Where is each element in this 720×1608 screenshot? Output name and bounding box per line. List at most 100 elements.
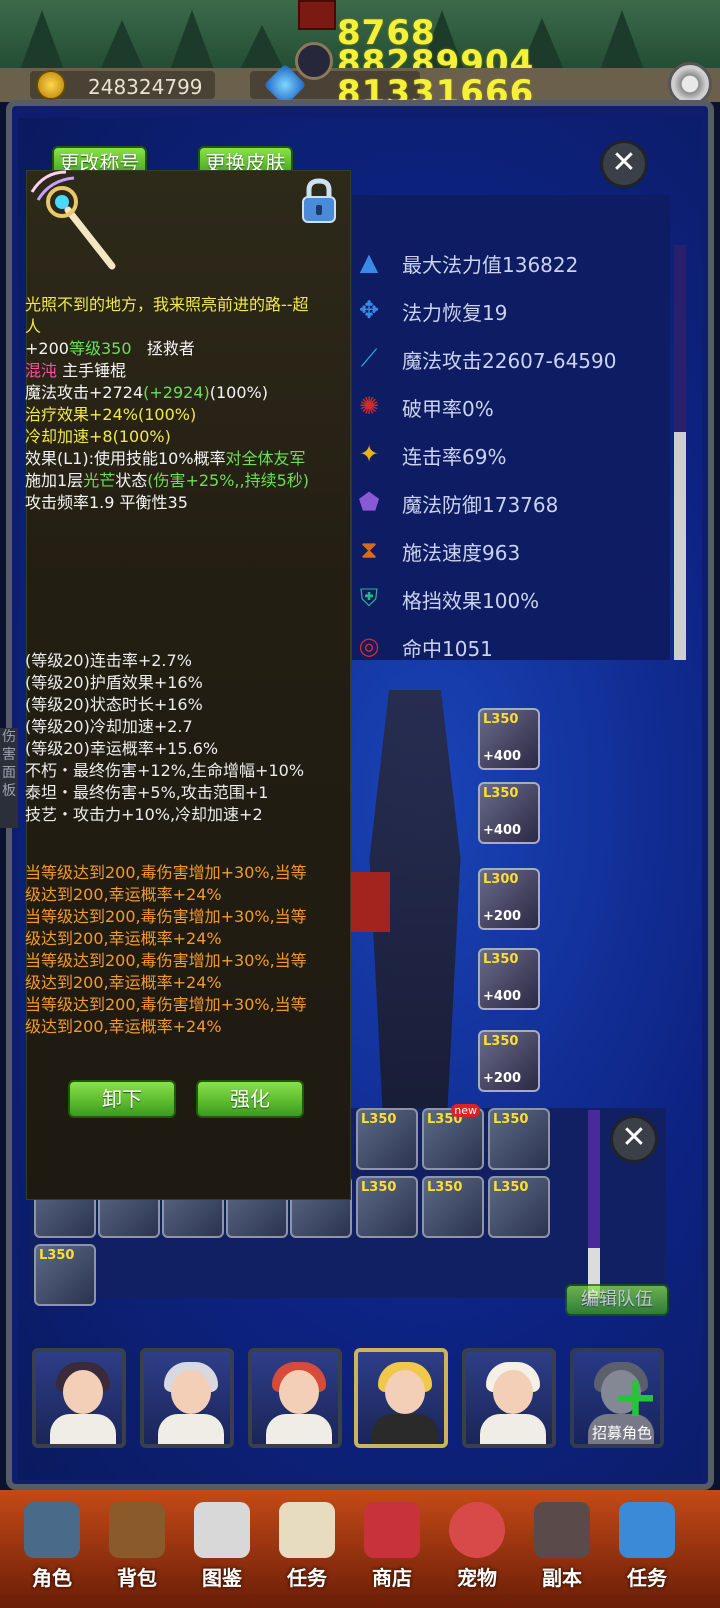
item-rarity: 混沌 xyxy=(25,361,58,380)
scroll-icon xyxy=(279,1502,335,1558)
set-bonus-line: 当等级达到200,毒伤害增加+30%,当等 xyxy=(25,863,307,882)
attack-frequency-line: 攻击频率1.9 平衡性35 xyxy=(25,493,188,512)
effect-text: 状态 xyxy=(115,471,148,490)
item-level-line: +200等级350 拯救者 xyxy=(25,338,195,360)
effect-status: 光芒 xyxy=(83,471,116,490)
item-type: 主手锤棍 xyxy=(62,361,127,380)
item-level: L350 xyxy=(361,1180,397,1195)
damage-panel-tab[interactable]: 伤害面板 xyxy=(0,728,18,828)
item-level: L350 xyxy=(39,1248,75,1263)
nav-character[interactable]: 角色 xyxy=(12,1500,92,1600)
slot-enhance: +200 xyxy=(483,1071,522,1086)
stats-scrollbar-thumb[interactable] xyxy=(674,432,686,660)
stat-max-mana: 最大法力值136822 xyxy=(402,253,579,277)
inventory-item[interactable]: L350 xyxy=(488,1176,550,1238)
affix-line: (等级20)连击率+2.7% xyxy=(25,651,192,670)
close-icon[interactable]: ✕ xyxy=(600,140,648,188)
unequip-button[interactable]: 卸下 xyxy=(68,1080,176,1118)
nav-dungeon[interactable]: 副本 xyxy=(522,1500,602,1600)
nav-backpack[interactable]: 背包 xyxy=(97,1500,177,1600)
hero-portrait[interactable] xyxy=(32,1348,126,1448)
nav-quests[interactable]: 任务 xyxy=(267,1500,347,1600)
affix-line: 不朽・最终伤害+12%,生命增幅+10% xyxy=(25,761,305,780)
equipment-slot[interactable]: L350 +200 xyxy=(478,1030,540,1092)
gold-coin-icon xyxy=(36,70,66,100)
item-level: L350 xyxy=(427,1180,463,1195)
equipment-slot[interactable]: L350 +400 xyxy=(478,948,540,1010)
item-level: L350 xyxy=(493,1180,529,1195)
effect-line: 效果(L1):使用技能10%概率对全体友军 xyxy=(25,448,306,470)
item-name-continued: 人 xyxy=(25,317,42,336)
effect-target: 对全体友军 xyxy=(225,449,306,468)
equipment-slot[interactable]: L350 +400 xyxy=(478,708,540,770)
item-owner: 拯救者 xyxy=(146,339,195,358)
gem-amount: 81331666 xyxy=(337,76,535,102)
affix-line: 技艺・攻击力+10%,冷却加速+2 xyxy=(25,805,263,824)
stat-block: 格挡效果100% xyxy=(402,589,540,613)
slot-level: L350 xyxy=(483,712,519,727)
slot-level: L300 xyxy=(483,872,519,887)
nav-codex[interactable]: 图鉴 xyxy=(182,1500,262,1600)
nav-pets[interactable]: 宠物 xyxy=(437,1500,517,1600)
set-bonus-line: 级达到200,幸运概率+24% xyxy=(25,973,222,992)
slot-level: L350 xyxy=(483,952,519,967)
slot-enhance: +200 xyxy=(483,909,522,924)
event-badge[interactable] xyxy=(298,0,336,30)
inventory-item[interactable]: L350 new xyxy=(422,1104,484,1170)
nav-label: 任务 xyxy=(287,1566,327,1590)
helmet-icon xyxy=(24,1502,80,1558)
inventory-item[interactable]: L350 xyxy=(488,1108,550,1170)
combo-star-icon: ✦ xyxy=(358,440,380,468)
inventory-item[interactable]: L350 xyxy=(356,1176,418,1238)
slot-enhance: +400 xyxy=(483,823,522,838)
nav-daily[interactable]: 任务 xyxy=(607,1500,687,1600)
nav-label: 宠物 xyxy=(457,1566,497,1590)
character-skirt xyxy=(350,872,390,932)
enhance-button[interactable]: 强化 xyxy=(196,1080,304,1118)
magic-attack-bonus: (+2924) xyxy=(143,383,210,402)
stat-cast-speed: 施法速度963 xyxy=(402,541,521,565)
stat-row: ⟋ 魔法攻击22607-64590 xyxy=(352,339,652,379)
effect-text: 效果(L1):使用技能10%概率 xyxy=(25,449,226,468)
hero-portrait[interactable] xyxy=(140,1348,234,1448)
book-icon xyxy=(194,1502,250,1558)
effect-detail: (伤害+25%,,持续5秒) xyxy=(147,471,310,490)
equipment-slot[interactable]: L350 +400 xyxy=(478,782,540,844)
nav-label: 任务 xyxy=(627,1566,667,1590)
item-level: L350 xyxy=(361,1112,397,1127)
mana-regen-icon: ✥ xyxy=(358,296,380,324)
hourglass-icon: ⧗ xyxy=(360,536,378,564)
affix-line: (等级20)幸运概率+15.6% xyxy=(25,739,219,758)
skull-gate-icon xyxy=(534,1502,590,1558)
stat-row: ▲ 最大法力值136822 xyxy=(352,243,652,283)
set-bonus-line: 当等级达到200,毒伤害增加+30%,当等 xyxy=(25,995,307,1014)
target-icon: ◎ xyxy=(358,632,380,660)
hero-portrait[interactable] xyxy=(248,1348,342,1448)
stat-combo-rate: 连击率69% xyxy=(402,445,507,469)
equipment-slot[interactable]: L300 +200 xyxy=(478,868,540,930)
inventory-item[interactable]: L350 xyxy=(422,1176,484,1238)
hero-portrait-selected[interactable] xyxy=(354,1348,448,1448)
inventory-item[interactable]: L350 xyxy=(34,1244,96,1306)
nav-label: 商店 xyxy=(372,1566,412,1590)
inventory-item[interactable]: L350 xyxy=(356,1108,418,1170)
slot-enhance: +400 xyxy=(483,989,522,1004)
backpack-icon xyxy=(109,1502,165,1558)
stat-row: ⬟ 魔法防御173768 xyxy=(352,483,652,523)
nav-label: 副本 xyxy=(542,1566,582,1590)
player-avatar[interactable] xyxy=(295,42,333,80)
enhance-level: +200 xyxy=(25,339,69,358)
hero-portrait[interactable] xyxy=(462,1348,556,1448)
stat-row: ◎ 命中1051 xyxy=(352,627,652,660)
lock-icon[interactable] xyxy=(300,178,338,224)
set-bonus-line: 级达到200,幸运概率+24% xyxy=(25,885,222,904)
nav-shop[interactable]: 商店 xyxy=(352,1500,432,1600)
set-bonus-line: 当等级达到200,毒伤害增加+30%,当等 xyxy=(25,907,307,926)
plus-icon: + xyxy=(612,1365,659,1430)
edit-team-button[interactable]: 编辑队伍 xyxy=(565,1284,669,1316)
close-icon[interactable]: ✕ xyxy=(610,1115,658,1163)
effect-line-2: 施加1层光芒状态(伤害+25%,,持续5秒) xyxy=(25,470,309,492)
set-bonus-line: 当等级达到200,毒伤害增加+30%,当等 xyxy=(25,951,307,970)
stats-panel: ▲ 最大法力值136822 ✥ 法力恢复19 ⟋ 魔法攻击22607-64590… xyxy=(352,195,670,660)
slot-level: L350 xyxy=(483,1034,519,1049)
